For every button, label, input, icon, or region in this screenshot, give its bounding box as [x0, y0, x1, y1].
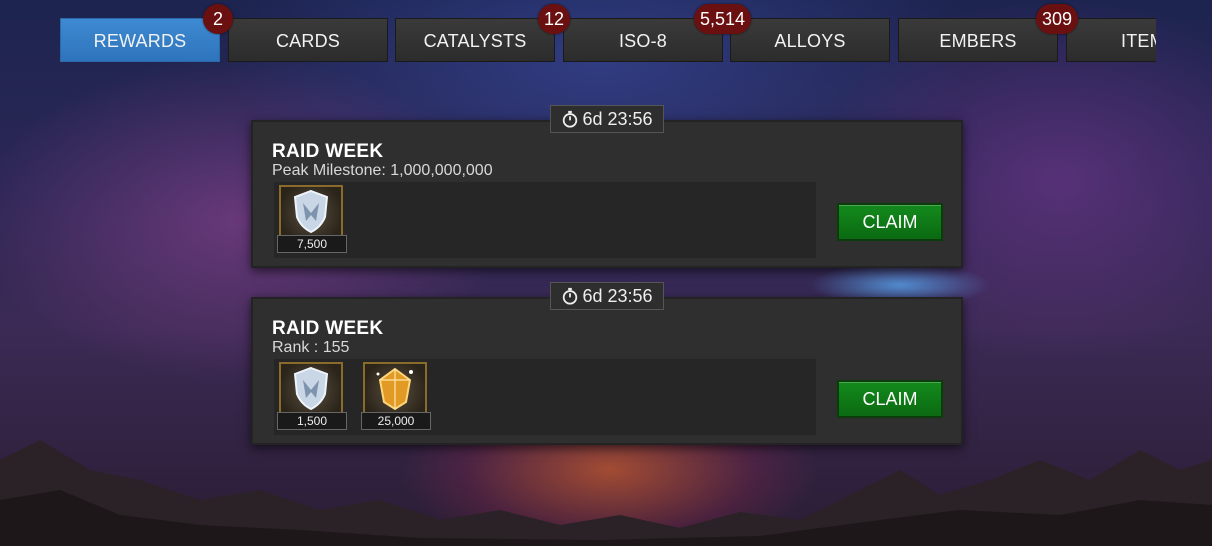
- claim-button[interactable]: CLAIM: [837, 380, 943, 418]
- tab-items[interactable]: ITEMS: [1066, 18, 1156, 62]
- reward-subtitle: Peak Milestone: 1,000,000,000: [272, 162, 493, 179]
- tab-iso-8-count-badge: 5,514: [694, 4, 752, 34]
- reward-title: RAID WEEK: [272, 318, 384, 339]
- tab-embers[interactable]: EMBERS: [898, 18, 1058, 62]
- raid-shield-icon: [293, 189, 329, 234]
- timer-text: 6d 23:56: [582, 108, 653, 129]
- tab-catalysts-count-badge: 12: [538, 4, 571, 34]
- timer-text: 6d 23:56: [582, 285, 653, 306]
- stopwatch-icon: [563, 110, 578, 128]
- reward-panel: 6d 23:56 RAID WEEK Peak Milestone: 1,000…: [251, 105, 963, 268]
- stopwatch-icon: [563, 287, 578, 305]
- reward-item[interactable]: 25,000: [361, 362, 431, 432]
- reward-item-count: 7,500: [277, 235, 347, 253]
- tab-rewards-count-badge: 2: [203, 4, 233, 34]
- reward-panel: 6d 23:56 RAID WEEK Rank : 155 1,500 25,0…: [251, 282, 963, 445]
- claim-button[interactable]: CLAIM: [837, 203, 943, 241]
- tab-rewards[interactable]: REWARDS: [60, 18, 220, 62]
- tab-embers-count-badge: 309: [1036, 4, 1079, 34]
- reward-title: RAID WEEK: [272, 141, 384, 162]
- reward-items-strip: 7,500: [274, 182, 816, 258]
- raid-shield-icon: [293, 366, 329, 411]
- tab-alloys[interactable]: ALLOYS: [730, 18, 890, 62]
- reward-items-strip: 1,500 25,000: [274, 359, 816, 435]
- timer: 6d 23:56: [550, 282, 664, 310]
- timer: 6d 23:56: [550, 105, 664, 133]
- reward-item-count: 25,000: [361, 412, 431, 430]
- reward-item[interactable]: 7,500: [277, 185, 347, 255]
- reward-subtitle: Rank : 155: [272, 339, 350, 356]
- tab-cards[interactable]: CARDS: [228, 18, 388, 62]
- gold-crystal-icon: [376, 367, 413, 411]
- reward-item[interactable]: 1,500: [277, 362, 347, 432]
- reward-item-count: 1,500: [277, 412, 347, 430]
- tab-catalysts[interactable]: CATALYSTS: [395, 18, 555, 62]
